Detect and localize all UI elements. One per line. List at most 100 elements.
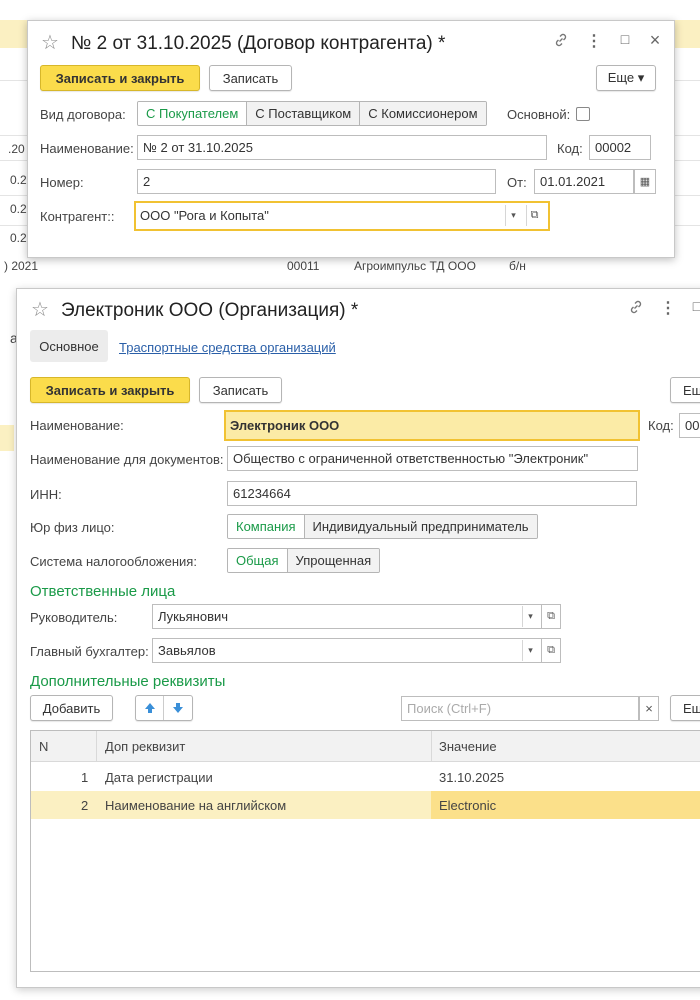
contract-type-selector: С Покупателем С Поставщиком С Комиссионе…: [137, 101, 487, 126]
tab-main[interactable]: Основное: [30, 330, 108, 362]
favorite-star-icon[interactable]: ☆: [31, 297, 49, 322]
maximize-icon[interactable]: □: [687, 298, 700, 314]
column-divider: [96, 731, 97, 762]
contract-window: ☆ № 2 от 31.10.2025 (Договор контрагента…: [27, 20, 675, 258]
contract-code-field[interactable]: 00002: [589, 135, 651, 160]
head-label: Руководитель:: [30, 610, 118, 625]
bg-fragment: 0.2: [10, 202, 27, 216]
bg-row-code: 00011: [287, 259, 320, 273]
contract-date-field[interactable]: 01.01.2021: [534, 169, 634, 194]
favorite-star-icon[interactable]: ☆: [41, 30, 59, 55]
bg-row-number: б/н: [509, 259, 526, 273]
column-value[interactable]: Значение: [439, 739, 497, 754]
counterparty-open-icon[interactable]: ⧉: [526, 205, 542, 226]
save-close-button[interactable]: Записать и закрыть: [30, 377, 190, 403]
table-header: N Доп реквизит Значение: [31, 731, 700, 762]
tax-system-simplified[interactable]: Упрощенная: [287, 549, 380, 572]
head-field[interactable]: Лукьянович: [152, 604, 542, 629]
organization-window-title: Электроник ООО (Организация) *: [61, 300, 359, 321]
legal-type-company[interactable]: Компания: [228, 515, 305, 538]
code-label: Код:: [557, 141, 583, 156]
bg-fragment: 0.2: [10, 231, 27, 245]
legal-type-selector: Компания Индивидуальный предприниматель: [227, 514, 538, 539]
row-number: 2: [81, 798, 89, 813]
contract-type-buyer[interactable]: С Покупателем: [138, 102, 248, 125]
contract-type-commission[interactable]: С Комиссионером: [360, 102, 486, 125]
move-down-icon[interactable]: [164, 696, 192, 720]
row-attribute: Дата регистрации: [105, 770, 213, 785]
inn-label: ИНН:: [30, 487, 62, 502]
contract-type-label: Вид договора:: [40, 107, 126, 122]
save-button[interactable]: Записать: [199, 377, 282, 403]
org-name-value: Электроник ООО: [230, 418, 340, 433]
counterparty-value: ООО "Рога и Копыта": [140, 208, 269, 223]
bg-row-name: Агроимпульс ТД ООО: [354, 259, 476, 273]
number-label: Номер:: [40, 175, 84, 190]
bg-fragment: 0.2: [10, 173, 27, 187]
add-button[interactable]: Добавить: [30, 695, 113, 721]
extra-attributes-table: N Доп реквизит Значение 1 Дата регистрац…: [30, 730, 700, 972]
head-dropdown-icon[interactable]: ▾: [522, 606, 538, 627]
counterparty-dropdown-icon[interactable]: ▾: [505, 205, 521, 226]
table-row-selected[interactable]: 2 Наименование на английском Electronic: [31, 791, 700, 819]
name-label: Наименование:: [40, 141, 134, 156]
accountant-field[interactable]: Завьялов: [152, 638, 542, 663]
tax-system-general[interactable]: Общая: [228, 549, 288, 572]
responsible-section-title: Ответственные лица: [30, 583, 176, 600]
link-icon[interactable]: [551, 32, 571, 53]
table-row[interactable]: 1 Дата регистрации 31.10.2025: [31, 763, 700, 791]
accountant-open-icon[interactable]: ⧉: [541, 638, 561, 663]
org-name-label: Наименование:: [30, 418, 124, 433]
contract-name-field[interactable]: № 2 от 31.10.2025: [137, 135, 547, 160]
org-name-field[interactable]: Электроник ООО: [224, 410, 640, 441]
row-value: 31.10.2025: [439, 770, 505, 785]
main-label: Основной:: [507, 107, 571, 122]
contract-type-supplier[interactable]: С Поставщиком: [247, 102, 361, 125]
bg-selected-row: [0, 425, 14, 451]
org-code-label: Код:: [648, 418, 674, 433]
doc-name-label: Наименование для документов:: [30, 452, 224, 467]
link-icon[interactable]: [626, 299, 646, 320]
move-up-icon[interactable]: [136, 696, 164, 720]
contract-number-field[interactable]: 2: [137, 169, 496, 194]
main-checkbox[interactable]: [576, 107, 590, 121]
tax-system-selector: Общая Упрощенная: [227, 548, 381, 573]
table-more-button[interactable]: Ещ: [670, 695, 700, 721]
legal-type-entrepreneur[interactable]: Индивидуальный предприниматель: [304, 515, 537, 538]
inn-field[interactable]: 61234664: [227, 481, 637, 506]
more-button[interactable]: Ещ: [670, 377, 700, 403]
column-n[interactable]: N: [39, 739, 48, 754]
doc-name-field[interactable]: Общество с ограниченной ответственностью…: [227, 446, 638, 471]
org-code-field[interactable]: 000: [679, 413, 700, 438]
more-menu-icon[interactable]: ⋮: [658, 298, 678, 318]
save-close-button[interactable]: Записать и закрыть: [40, 65, 200, 91]
calendar-icon[interactable]: ▦: [634, 169, 656, 194]
close-icon[interactable]: ×: [645, 30, 665, 51]
search-input[interactable]: Поиск (Ctrl+F): [401, 696, 639, 721]
counterparty-label: Контрагент::: [40, 209, 115, 224]
row-attribute: Наименование на английском: [105, 798, 287, 813]
legal-type-label: Юр физ лицо:: [30, 520, 115, 535]
maximize-icon[interactable]: □: [615, 31, 635, 47]
search-clear-icon[interactable]: ×: [639, 696, 659, 721]
bg-row-date: ) 2021: [4, 259, 39, 273]
head-value: Лукьянович: [158, 609, 229, 624]
accountant-dropdown-icon[interactable]: ▾: [522, 640, 538, 661]
more-button[interactable]: Еще ▾: [596, 65, 656, 91]
move-buttons: [135, 695, 193, 721]
tab-transport[interactable]: Траспортные средства организаций: [119, 340, 336, 355]
date-label: От:: [507, 175, 527, 190]
save-button[interactable]: Записать: [209, 65, 292, 91]
bg-fragment: .20: [8, 142, 25, 156]
counterparty-field[interactable]: ООО "Рога и Копыта": [134, 201, 550, 231]
contract-window-title: № 2 от 31.10.2025 (Договор контрагента) …: [71, 33, 446, 54]
organization-window: ☆ Электроник ООО (Организация) * ⋮ □ Осн…: [16, 288, 700, 988]
bg-left-strip: а: [0, 290, 18, 990]
head-open-icon[interactable]: ⧉: [541, 604, 561, 629]
accountant-value: Завьялов: [158, 643, 216, 658]
column-divider: [431, 731, 432, 762]
row-number: 1: [81, 770, 89, 785]
column-attribute[interactable]: Доп реквизит: [105, 739, 185, 754]
extra-section-title: Дополнительные реквизиты: [30, 673, 226, 690]
more-menu-icon[interactable]: ⋮: [584, 31, 604, 51]
